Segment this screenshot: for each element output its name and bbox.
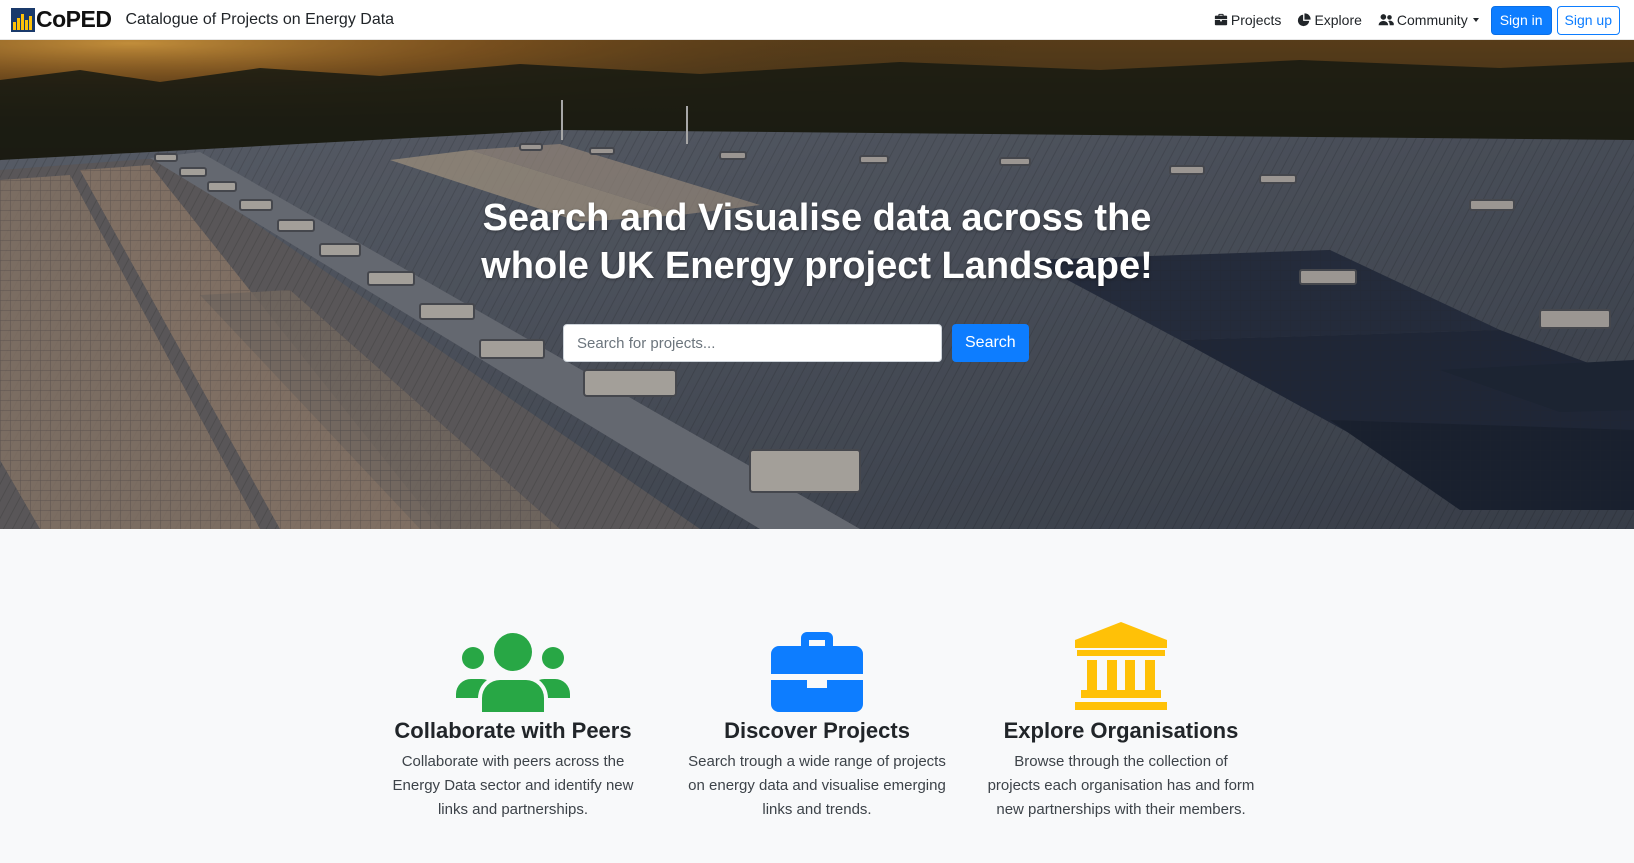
feature-description: Collaborate with peers across the Energy… [392, 753, 634, 818]
briefcase-icon [1214, 13, 1227, 26]
nav-projects-label: Projects [1230, 12, 1282, 28]
feature-title: Discover Projects [724, 718, 910, 743]
hero-title: Search and Visualise data across the who… [0, 194, 1634, 290]
caret-down-icon [1472, 18, 1479, 22]
bar-chart-logo-icon [11, 7, 35, 32]
nav-right: Projects Explore Community Sign in Sign … [1198, 0, 1620, 40]
search-input[interactable] [563, 324, 942, 362]
feature-explore-organisations: Explore Organisations Browse through the… [986, 620, 1256, 822]
feature-title: Explore Organisations [1003, 718, 1239, 743]
search-button[interactable]: Search [952, 324, 1029, 362]
hero-title-line2: whole UK Energy project Landscape! [481, 245, 1153, 287]
nav-community-dropdown[interactable]: Community [1378, 12, 1479, 28]
feature-discover: Discover Projects Search trough a wide r… [682, 620, 952, 822]
nav-community-label: Community [1396, 12, 1468, 28]
users-icon [1378, 14, 1394, 26]
briefcase-icon [771, 632, 863, 712]
nav-projects-link[interactable]: Projects [1214, 12, 1282, 28]
users-icon [456, 633, 570, 712]
signup-button[interactable]: Sign up [1556, 5, 1620, 35]
nav-explore-link[interactable]: Explore [1297, 12, 1362, 28]
search-form: Search [563, 324, 1029, 362]
feature-description: Search trough a wide range of projects o… [688, 753, 946, 818]
feature-description: Browse through the collection of project… [987, 753, 1255, 818]
top-navbar: CoPED Catalogue of Projects on Energy Da… [0, 0, 1634, 40]
brand-subtitle: Catalogue of Projects on Energy Data [125, 10, 395, 28]
hero-title-line1: Search and Visualise data across the [482, 197, 1152, 239]
hero-banner: Search and Visualise data across the who… [0, 40, 1634, 529]
brand[interactable]: CoPED Catalogue of Projects on Energy Da… [11, 0, 394, 40]
feature-title: Collaborate with Peers [394, 718, 632, 743]
landmark-icon [1075, 622, 1167, 710]
brand-name: CoPED [36, 6, 112, 32]
feature-collaborate: Collaborate with Peers Collaborate with … [378, 620, 648, 822]
nav-explore-label: Explore [1314, 12, 1362, 28]
signin-button[interactable]: Sign in [1490, 5, 1552, 35]
chart-pie-icon [1298, 13, 1312, 27]
